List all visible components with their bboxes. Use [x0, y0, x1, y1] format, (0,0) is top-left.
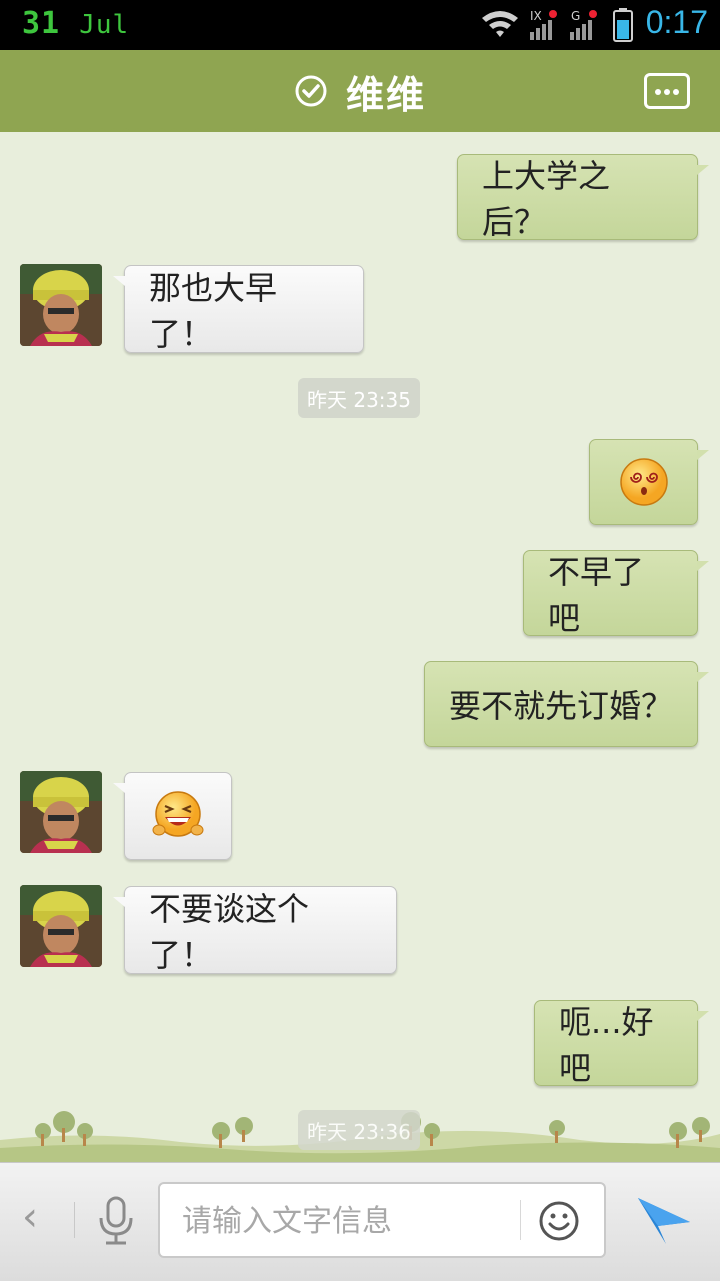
avatar-photo [20, 264, 102, 346]
contact-avatar[interactable] [20, 885, 102, 967]
timestamp-text: 昨天 23:35 [307, 387, 411, 412]
svg-text:IX: IX [530, 9, 542, 23]
status-time: 0:17 [645, 4, 708, 40]
message-bubble-outgoing[interactable] [589, 439, 709, 525]
message-input[interactable] [180, 1196, 514, 1246]
timestamp-chip: 昨天 23:35 [298, 378, 420, 418]
status-bar: 31 Jul IX G 0:17 [0, 0, 720, 50]
divider [520, 1200, 521, 1240]
status-day: 31 [22, 6, 61, 41]
avatar-photo [20, 771, 102, 853]
message-bubble-outgoing[interactable]: 呃...好吧 [534, 1000, 709, 1087]
mobile-signal-1-icon: IX [530, 9, 557, 40]
message-text: 不早了吧 [548, 553, 645, 637]
dizzy-face-emoji-icon [619, 458, 668, 506]
verified-check-icon [295, 75, 327, 107]
back-button[interactable]: ‹ [22, 1194, 38, 1240]
message-bubble-incoming[interactable]: 不要谈这个了！ [113, 886, 397, 974]
message-bubble-incoming[interactable]: 那也大早了！ [113, 265, 364, 353]
send-icon[interactable] [636, 1194, 692, 1246]
message-bubble-outgoing[interactable]: 要不就先订婚？ [424, 661, 709, 747]
avatar-photo [20, 885, 102, 967]
battery-icon [613, 8, 633, 42]
page-title: 维维 [345, 72, 426, 117]
message-text: 要不就先订婚？ [449, 687, 674, 725]
divider [74, 1202, 75, 1238]
message-bubble-incoming[interactable] [113, 772, 232, 860]
mobile-signal-2-icon: G [570, 9, 597, 40]
chat-message-list[interactable]: 上大学之后？ 那也大早了！ 昨天 23:35 不早了吧 要不就先订婚？ 不要谈这… [0, 138, 720, 1160]
laughing-face-emoji-icon [152, 791, 204, 837]
message-text: 呃...好吧 [559, 1003, 654, 1087]
message-input-box[interactable] [158, 1182, 606, 1258]
signal-icons: IX G [482, 8, 633, 42]
status-date: 31 Jul [22, 6, 129, 41]
message-bubble-outgoing[interactable]: 上大学之后？ [457, 154, 709, 241]
header-title-group: 维维 [0, 50, 720, 132]
chat-info-button[interactable] [644, 73, 690, 109]
status-month: Jul [79, 10, 130, 40]
svg-text:G: G [571, 9, 580, 23]
message-text: 那也大早了！ [149, 269, 278, 353]
contact-avatar[interactable] [20, 771, 102, 853]
message-text: 上大学之后？ [482, 157, 611, 241]
timestamp-chip: 昨天 23:36 [298, 1110, 420, 1150]
emoji-smile-icon[interactable] [538, 1200, 580, 1242]
message-text: 不要谈这个了！ [149, 890, 310, 974]
wifi-icon [482, 11, 518, 37]
timestamp-text: 昨天 23:36 [307, 1119, 411, 1144]
message-bubble-outgoing[interactable]: 不早了吧 [523, 550, 709, 637]
microphone-icon[interactable] [96, 1196, 136, 1246]
contact-avatar[interactable] [20, 264, 102, 346]
